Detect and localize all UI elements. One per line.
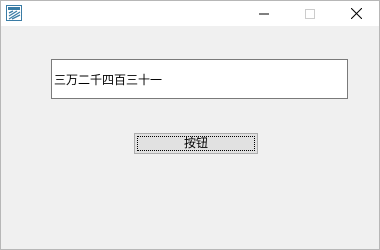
maximize-button[interactable] [287, 1, 333, 26]
minimize-icon [259, 4, 269, 23]
minimize-button[interactable] [241, 1, 287, 26]
close-icon [350, 4, 362, 23]
title-bar[interactable] [1, 1, 379, 26]
maximize-icon [305, 4, 315, 23]
app-icon[interactable] [6, 5, 22, 21]
app-window: 按钮 [0, 0, 380, 250]
text-input[interactable] [51, 59, 348, 99]
close-button[interactable] [333, 1, 379, 26]
push-button[interactable]: 按钮 [134, 133, 258, 154]
push-button-label: 按钮 [183, 136, 208, 150]
